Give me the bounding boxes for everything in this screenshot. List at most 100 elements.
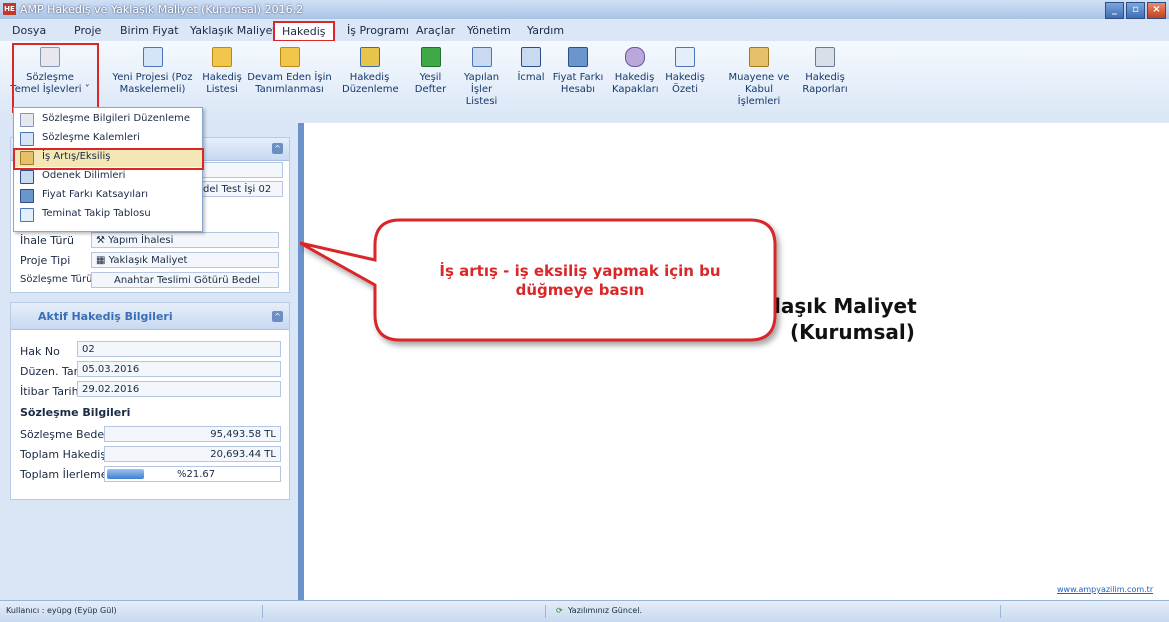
ribbon-label: Muayene ve [728,72,790,83]
status-bar: Kullanıcı : eyüpg (Eyüp Gül) ⟳ Yazılımın… [0,600,1169,622]
menu-teminat-takip[interactable]: Teminat Takip Tablosu [14,205,202,224]
sozlesme-bedeli-field: 95,493.58 TL [104,426,281,442]
ribbon-label: Defter [414,84,447,95]
magnifier-icon [675,47,695,67]
progress-fill [107,469,145,479]
hakedis-kapaklari-button[interactable]: Hakediş Kapakları [612,47,659,96]
yesil-defter-button[interactable]: Yeşil Defter [413,47,448,96]
icmal-button[interactable]: İcmal [515,47,547,84]
book-icon [420,47,441,67]
dropdown-highlight-frame [13,148,204,170]
ribbon-label: Hakediş [614,72,655,83]
toplam-ilerleme-label: Toplam İlerleme [20,468,108,481]
ribbon-label: Tanımlanması [255,84,324,95]
ribbon-label: İşler Listesi [465,84,498,107]
ribbon-label: Devam Eden İşin [247,72,332,83]
menu-is-programi[interactable]: İş Programı [347,24,409,37]
menu-item-label: Fiyat Farkı Katsayıları [42,189,149,200]
calculator-icon [521,47,541,67]
puzzle-icon [212,47,232,67]
proje-tipi-value: Yaklaşık Maliyet [108,255,188,266]
devam-eden-isin-button[interactable]: Devam Eden İşin Tanımlanması [247,47,332,96]
hak-no-field: 02 [77,341,281,357]
status-separator [262,605,263,618]
update-icon: ⟳ [556,606,563,615]
hakedis-duzenleme-button[interactable]: Hakediş Düzenleme [342,47,399,96]
ribbon-highlight-frame [12,43,99,114]
list-icon [471,47,492,67]
ribbon-label: Hakediş [805,72,845,83]
fiyat-farki-hesabi-button[interactable]: Fiyat Farkı Hesabı [552,47,604,96]
ribbon-label: Yapılan [463,72,500,83]
app-logo: HE [3,3,16,15]
toplam-hakedis-label: Toplam Hakediş [20,448,107,461]
collapse-icon[interactable]: ^ [272,311,283,322]
menu-yardim[interactable]: Yardım [527,24,564,37]
sozlesme-bilgileri-title: Sözleşme Bilgileri [20,406,131,419]
hak-no-label: Hak No [20,345,60,358]
minimize-button[interactable]: _ [1105,2,1124,19]
magnifier-icon [20,208,34,222]
title-bar: HE AMP Hakediş ve Yaklaşık Maliyet (Kuru… [0,0,1169,20]
ribbon-label: Hakediş [349,72,390,83]
ribbon-label: Hesabı [560,84,596,95]
menu-yaklasik-maliyet[interactable]: Yaklaşık Maliyet [190,24,277,37]
status-user: Kullanıcı : eyüpg (Eyüp Gül) [6,606,117,615]
hakedis-raporlari-button[interactable]: Hakediş Raporları [800,47,850,96]
ribbon-label: Fiyat Farkı [552,72,604,83]
proje-tipi-label: Proje Tipi [20,254,71,267]
menu-item-label: Sözleşme Bilgileri Düzenleme [42,113,191,124]
ribbon-label: Yeni Projesi (Poz [112,72,193,83]
sozlesme-bedeli-label: Sözleşme Bedeli [20,428,111,441]
menu-item-label: Sözleşme Kalemleri [42,132,140,143]
table-icon [20,189,34,203]
progress-bar: %21.67 [104,466,281,482]
ribbon-label: Yeşil [419,72,442,83]
handshake-icon: ⚒ [96,235,109,246]
ribbon-label: Listesi [206,84,238,95]
menu-dosya[interactable]: Dosya [12,24,46,37]
menu-sozlesme-kalemleri[interactable]: Sözleşme Kalemleri [14,129,202,148]
ribbon-label: Maskelemeli) [119,84,186,95]
menu-item-label: Ödenek Dilimleri [42,170,126,181]
collapse-icon[interactable]: ^ [272,143,283,154]
hakedis-ozeti-button[interactable]: Hakediş Özeti [664,47,706,96]
menu-bar: Dosya Proje Birim Fiyat Yaklaşık Maliyet… [0,19,1169,52]
menu-item-label: Teminat Takip Tablosu [42,208,151,219]
pencil-icon [20,113,34,127]
menu-yonetim[interactable]: Yönetim [467,24,511,37]
brand-title-line2: (Kurumsal) [790,320,915,344]
group-header: Aktif Hakediş Bilgileri [11,303,289,330]
menu-sozlesme-bilgileri[interactable]: Sözleşme Bilgileri Düzenleme [14,110,202,129]
duzen-tarihi-field: 05.03.2016 [77,361,281,377]
callout-line2: düğmeye basın [515,281,645,299]
sozlesme-turu-label: Sözleşme Türü [20,274,93,285]
status-update: Yazılımınız Güncel. [568,606,643,615]
menu-fiyat-farki-katsayilari[interactable]: Fiyat Farkı Katsayıları [14,186,202,205]
restore-button[interactable]: ▫ [1126,2,1145,19]
muayene-kabul-button[interactable]: Muayene ve Kabul İşlemleri [723,47,795,108]
ribbon: Sözleşme Temel İşlevleri ˅ Yeni Projesi … [0,41,1169,114]
menu-proje[interactable]: Proje [74,24,101,37]
yeni-projesi-button[interactable]: Yeni Projesi (Poz Maskelemeli) [105,47,200,96]
itibar-tarihi-field: 29.02.2016 [77,381,281,397]
ihale-turu-field: ⚒ Yapım İhalesi [91,232,279,248]
menu-hakedis[interactable]: Hakediş [273,21,335,42]
yapilan-isler-listesi-button[interactable]: Yapılan İşler Listesi [454,47,509,108]
proje-tipi-field: ▦ Yaklaşık Maliyet [91,252,279,268]
ribbon-label: Kapakları [612,84,659,95]
ruler-icon [359,47,380,67]
website-link[interactable]: www.ampyazilim.com.tr [1057,585,1153,594]
menu-birim-fiyat[interactable]: Birim Fiyat [120,24,179,37]
status-separator [1000,605,1001,618]
close-button[interactable]: × [1147,2,1166,19]
hakedis-listesi-button[interactable]: Hakediş Listesi [202,47,242,96]
menu-araclar[interactable]: Araçlar [416,24,455,37]
document-icon [142,47,163,67]
ribbon-label: Kabul İşlemleri [737,84,781,107]
sozlesme-turu-field: Anahtar Teslimi Götürü Bedel [91,272,279,288]
progress-text: %21.67 [177,469,216,480]
printer-icon [815,47,835,67]
chart-icon [20,170,34,184]
ribbon-label: Hakediş [665,72,705,83]
